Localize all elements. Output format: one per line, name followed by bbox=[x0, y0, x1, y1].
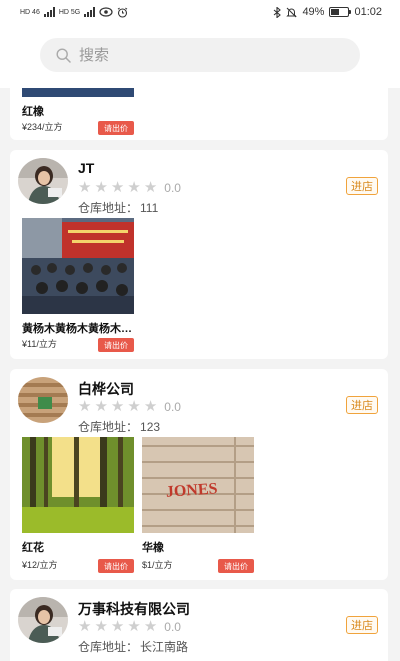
shop-name: 白桦公司 bbox=[78, 381, 134, 397]
bluetooth-icon bbox=[274, 6, 282, 18]
enter-shop-button[interactable]: 进店 bbox=[346, 396, 378, 414]
status-left: HD 46 HD 5G bbox=[20, 7, 128, 18]
warehouse-address: 仓库地址： 111 bbox=[78, 199, 158, 216]
shop-avatar[interactable] bbox=[18, 158, 68, 204]
star-icon: ★ bbox=[143, 179, 158, 196]
rating-value: 0.0 bbox=[164, 181, 181, 195]
eye-icon bbox=[99, 7, 113, 17]
product-name: 华橡 bbox=[142, 542, 164, 554]
product-image[interactable]: JONES bbox=[142, 437, 254, 533]
search-icon bbox=[56, 47, 71, 63]
shop-card[interactable]: JT ★ ★ ★ ★ ★ 0.0 仓库地址： 111 进店 黄杨木黄杨木黄杨木黄… bbox=[10, 150, 388, 359]
address-value: 111 bbox=[140, 201, 159, 215]
product-price: $1/立方 bbox=[142, 560, 173, 570]
address-label: 仓库地址： bbox=[78, 640, 139, 654]
product-name: 红花 bbox=[22, 542, 44, 554]
status-bar: HD 46 HD 5G 49% 01:02 bbox=[0, 0, 400, 24]
warehouse-address: 仓库地址： 123 bbox=[78, 418, 160, 435]
enter-shop-button[interactable]: 进店 bbox=[346, 616, 378, 634]
status-time: 01:02 bbox=[354, 6, 382, 18]
star-icon: ★ bbox=[110, 179, 125, 196]
inquiry-button[interactable]: 请出价 bbox=[218, 559, 254, 573]
shop-avatar[interactable] bbox=[18, 597, 68, 643]
inquiry-button[interactable]: 请出价 bbox=[98, 338, 134, 352]
rating-stars: ★ ★ ★ ★ ★ 0.0 bbox=[78, 180, 181, 196]
rating-value: 0.0 bbox=[164, 620, 181, 634]
star-icon: ★ bbox=[94, 618, 108, 635]
signal-icon-2 bbox=[84, 7, 96, 17]
inquiry-button[interactable]: 请出价 bbox=[98, 121, 134, 135]
star-icon: ★ bbox=[110, 618, 125, 635]
product-item[interactable]: JONES 华橡 $1/立方 请出价 bbox=[142, 437, 254, 573]
star-icon: ★ bbox=[127, 179, 141, 196]
star-icon: ★ bbox=[143, 398, 158, 415]
battery-icon bbox=[329, 7, 352, 17]
address-value: 长江南路 bbox=[140, 640, 189, 654]
rating-stars: ★ ★ ★ ★ ★ 0.0 bbox=[78, 619, 181, 635]
product-image-text: JONES bbox=[165, 480, 218, 501]
product-price: ¥12/立方 bbox=[22, 560, 58, 570]
network-type-2: HD 5G bbox=[58, 8, 81, 16]
product-price: ¥234/立方 bbox=[22, 122, 63, 132]
star-icon: ★ bbox=[127, 618, 141, 635]
product-item[interactable]: 黄杨木黄杨木黄杨木黄杨木 ¥11/立方 请出价 bbox=[22, 218, 134, 352]
mute-bell-icon bbox=[286, 7, 298, 17]
star-icon: ★ bbox=[78, 398, 92, 415]
status-right: 49% 01:02 bbox=[273, 6, 382, 18]
star-icon: ★ bbox=[94, 179, 108, 196]
product-image[interactable] bbox=[22, 437, 134, 533]
star-icon: ★ bbox=[78, 618, 92, 635]
shop-name: 万事科技有限公司 bbox=[78, 601, 190, 617]
product-image[interactable] bbox=[22, 218, 134, 314]
product-item[interactable]: 红花 ¥12/立方 请出价 bbox=[22, 437, 134, 573]
address-value: 123 bbox=[140, 420, 161, 434]
product-price: ¥11/立方 bbox=[22, 339, 57, 349]
shop-card[interactable]: 白桦公司 ★ ★ ★ ★ ★ 0.0 仓库地址： 123 进店 红花 ¥12/立… bbox=[10, 369, 388, 580]
product-name: 红橡 bbox=[22, 106, 44, 118]
enter-shop-button[interactable]: 进店 bbox=[346, 177, 378, 195]
star-icon: ★ bbox=[94, 398, 108, 415]
shop-avatar[interactable] bbox=[18, 377, 68, 423]
shop-name: JT bbox=[78, 160, 95, 176]
address-label: 仓库地址： bbox=[78, 201, 139, 215]
rating-value: 0.0 bbox=[164, 400, 181, 414]
inquiry-button[interactable]: 请出价 bbox=[98, 559, 134, 573]
alarm-icon bbox=[117, 7, 128, 18]
star-icon: ★ bbox=[127, 398, 141, 415]
warehouse-address: 仓库地址： 长江南路 bbox=[78, 638, 188, 655]
search-bar[interactable] bbox=[40, 38, 360, 72]
network-type-1: HD 46 bbox=[20, 8, 40, 16]
rating-stars: ★ ★ ★ ★ ★ 0.0 bbox=[78, 399, 181, 415]
star-icon: ★ bbox=[78, 179, 92, 196]
battery-percent: 49% bbox=[302, 6, 325, 18]
product-name: 黄杨木黄杨木黄杨木黄杨木 bbox=[22, 323, 134, 335]
shop-card[interactable]: 万事科技有限公司 ★ ★ ★ ★ ★ 0.0 仓库地址： 长江南路 进店 bbox=[10, 589, 388, 661]
header bbox=[0, 24, 400, 88]
star-icon: ★ bbox=[143, 618, 158, 635]
address-label: 仓库地址： bbox=[78, 420, 139, 434]
signal-icon bbox=[43, 7, 55, 17]
search-input[interactable] bbox=[79, 46, 329, 64]
star-icon: ★ bbox=[110, 398, 125, 415]
